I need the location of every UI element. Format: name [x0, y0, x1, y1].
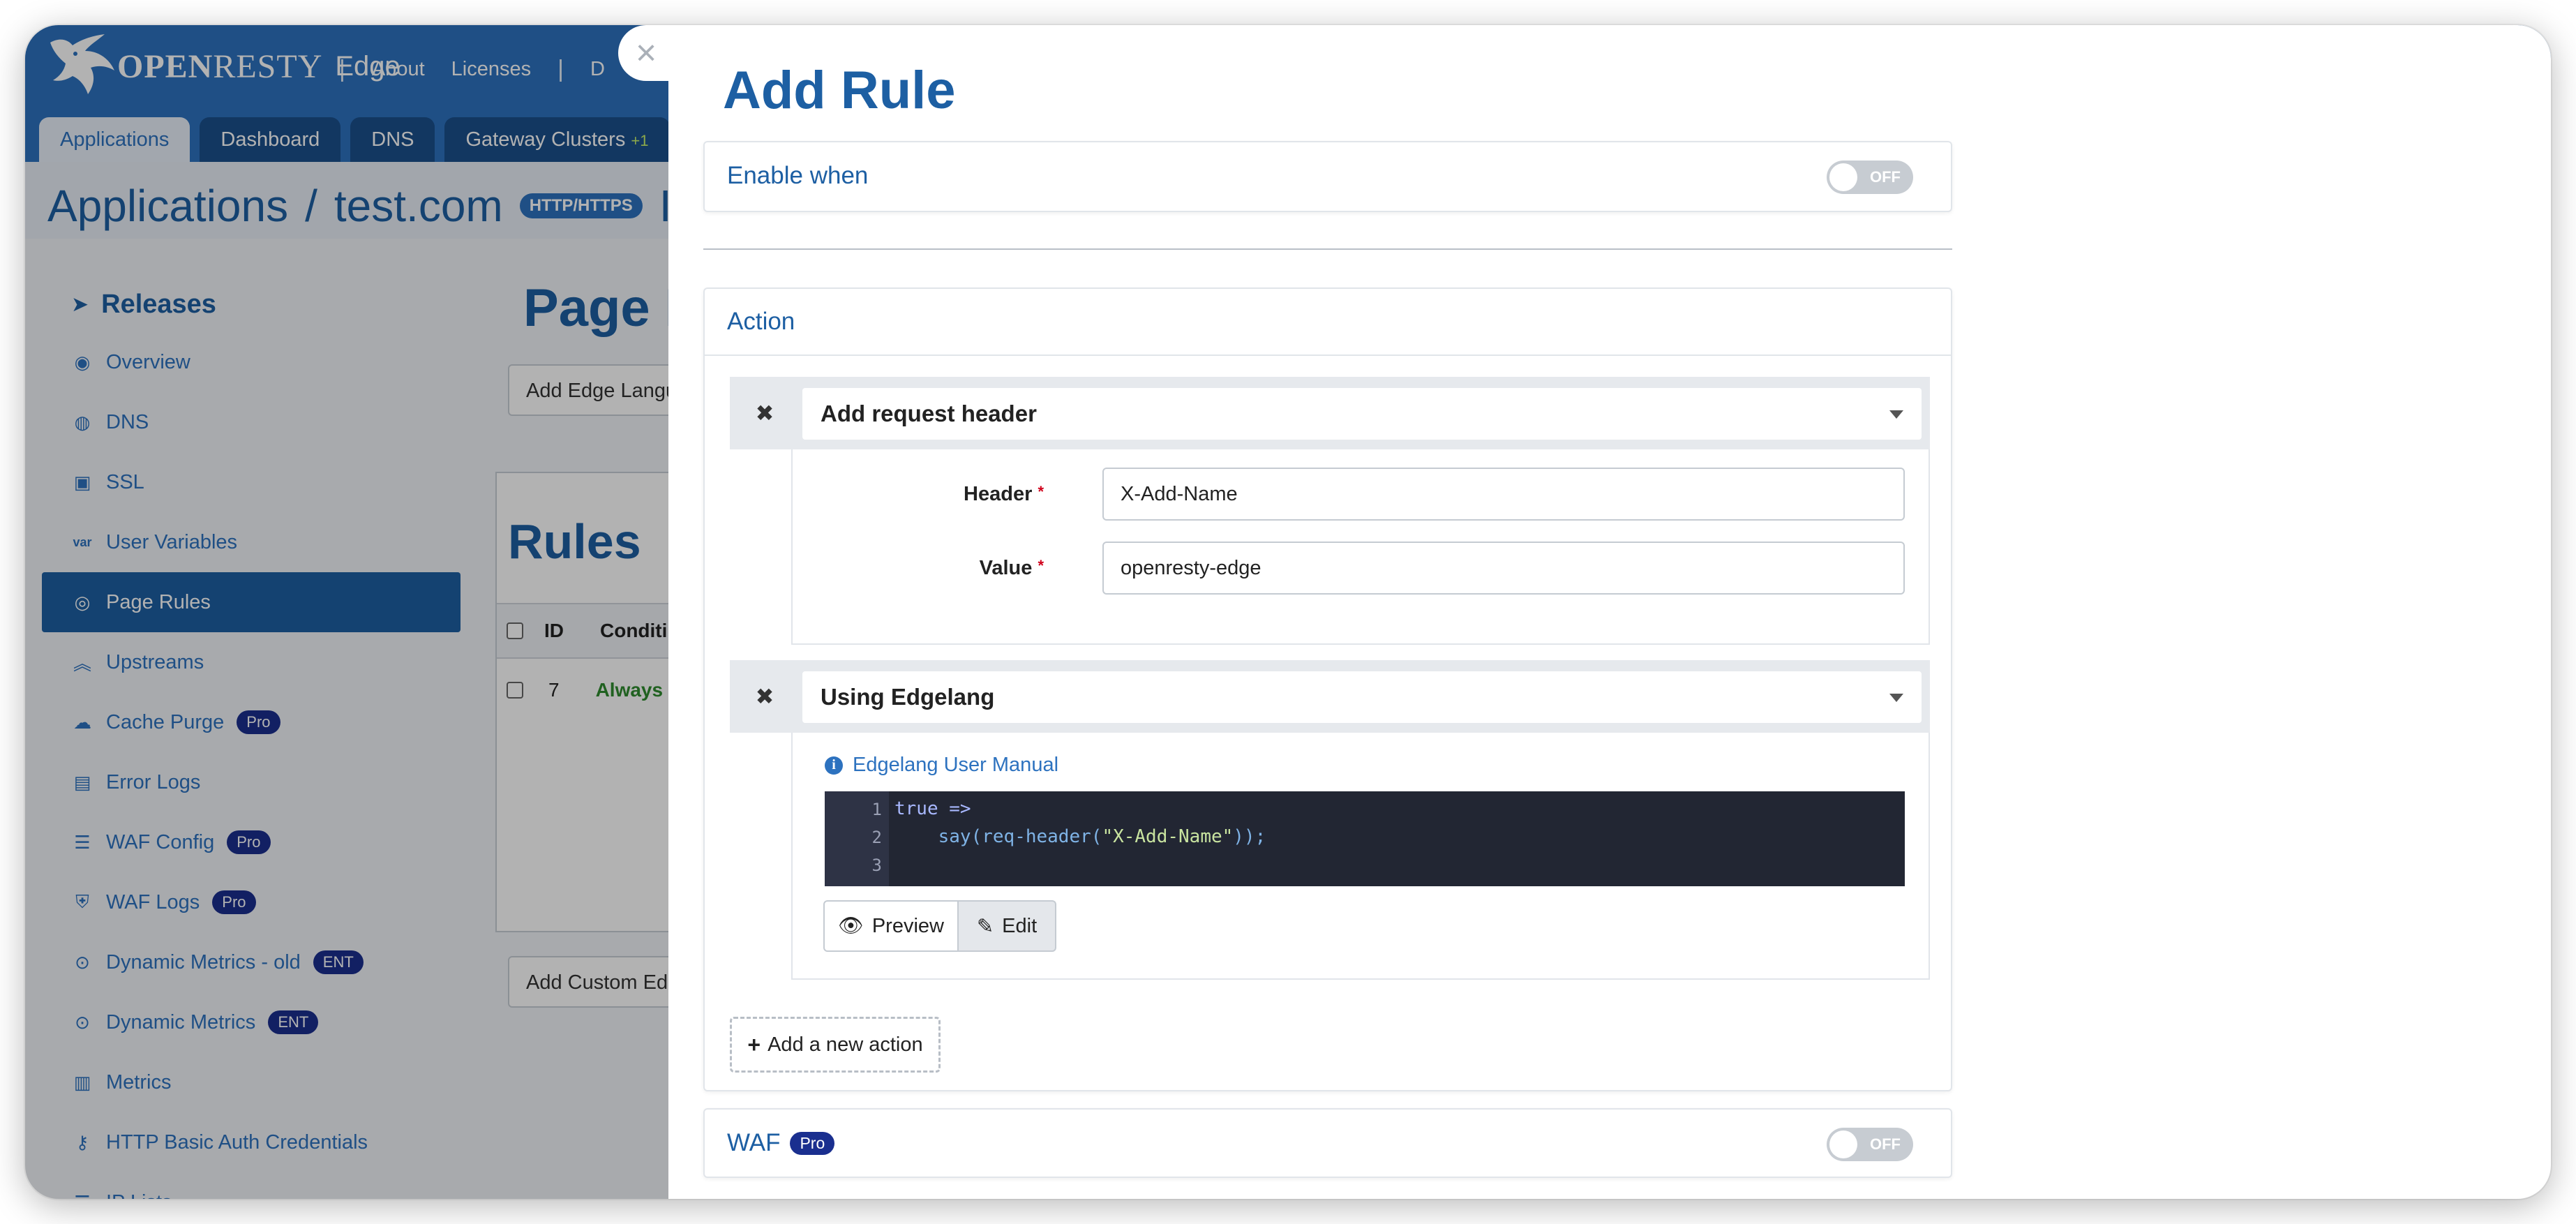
action-item-body: Header * Value *	[791, 449, 1930, 645]
header-input[interactable]	[1102, 468, 1905, 521]
section-divider	[703, 248, 1952, 250]
line-number: 1	[871, 800, 882, 819]
eye-icon: 👁	[838, 915, 864, 937]
action-item-header-bar: ✖ Add request header	[730, 377, 1930, 449]
waf-toggle[interactable]: OFF	[1827, 1128, 1913, 1161]
close-icon[interactable]: ×	[618, 25, 674, 81]
action-type-select[interactable]: Using Edgelang	[802, 671, 1922, 723]
code-line-1: true =>	[894, 798, 971, 819]
line-number: 2	[871, 828, 882, 847]
edit-icon: ✎	[976, 915, 994, 938]
app-window: OPENRESTY Edge | About Licenses | D Appl…	[25, 25, 2551, 1199]
action-item-body: i Edgelang User Manual 1 2 3 true => say…	[791, 733, 1930, 980]
waf-heading: WAF Pro	[705, 1110, 1951, 1177]
code-line-2: say(req-header("X-Add-Name"));	[938, 826, 1266, 847]
info-icon: i	[825, 756, 843, 775]
action-type-select[interactable]: Add request header	[802, 388, 1922, 440]
enable-when-toggle[interactable]: OFF	[1827, 161, 1913, 194]
pro-badge: Pro	[790, 1131, 835, 1155]
enable-when-card: Enable when OFF	[703, 141, 1952, 212]
plus-icon: +	[747, 1031, 761, 1057]
code-editor[interactable]: 1 2 3 true => say(req-header("X-Add-Name…	[825, 791, 1905, 886]
line-number: 3	[871, 856, 882, 875]
edit-button[interactable]: ✎ Edit	[957, 900, 1056, 952]
preview-button[interactable]: 👁 Preview	[823, 900, 959, 952]
enable-when-heading: Enable when	[727, 162, 869, 189]
caret-down-icon	[1889, 410, 1903, 419]
action-heading: Action	[705, 289, 1951, 356]
action-card: Action ✖ Add request header Header * Val…	[703, 288, 1952, 1091]
header-label: Header *	[964, 483, 1044, 505]
line-number-gutter: 1 2 3	[825, 791, 889, 886]
modal-title: Add Rule	[723, 61, 956, 120]
waf-card: WAF Pro OFF	[703, 1108, 1952, 1178]
remove-action-icon[interactable]: ✖	[748, 680, 781, 713]
add-action-button[interactable]: + Add a new action	[730, 1017, 941, 1073]
remove-action-icon[interactable]: ✖	[748, 396, 781, 430]
value-input[interactable]	[1102, 542, 1905, 595]
value-label: Value *	[979, 557, 1044, 579]
action-item-header-bar: ✖ Using Edgelang	[730, 660, 1930, 733]
edgelang-manual-link[interactable]: i Edgelang User Manual	[825, 754, 1058, 777]
caret-down-icon	[1889, 694, 1903, 702]
